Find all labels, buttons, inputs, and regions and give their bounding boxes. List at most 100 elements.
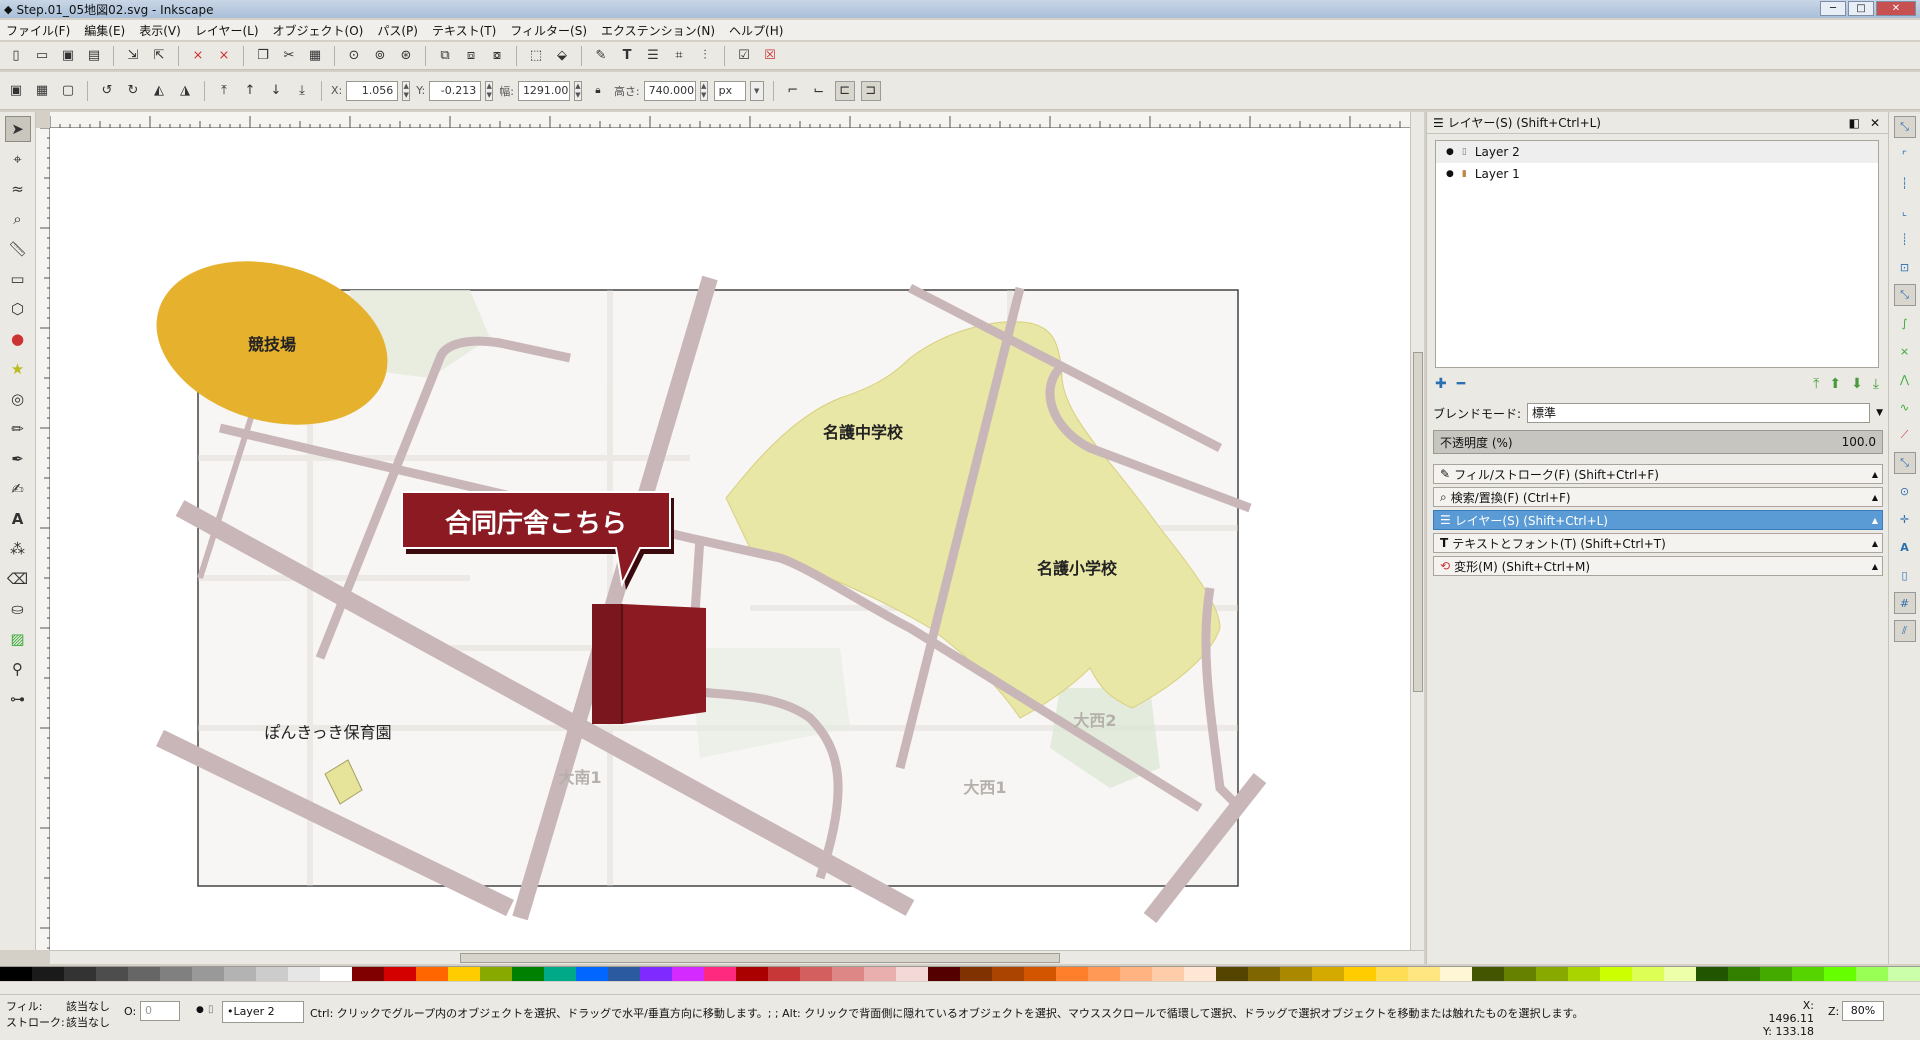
palette-swatch[interactable] [128,967,160,981]
snap-page-border-icon[interactable]: ▯ [1894,564,1916,586]
palette-swatch[interactable] [384,967,416,981]
snap-bbox-edge-icon[interactable]: ┆ [1894,172,1916,194]
zoom-selection-icon[interactable]: ⊙ [344,46,364,66]
panel-close-icon[interactable]: ✕ [1870,116,1880,130]
menu-extensions[interactable]: エクステンション(N) [601,22,715,39]
minimize-button[interactable]: ─ [1820,1,1846,16]
duplicate-icon[interactable]: ⧉ [435,46,455,66]
eye-icon[interactable]: ● [1446,169,1454,179]
palette-swatch[interactable] [1536,967,1568,981]
x-input[interactable]: 1.056 [346,80,399,101]
spray-tool-icon[interactable]: ⁂ [5,536,31,562]
y-spinner[interactable]: ▲ ▼ [485,80,494,101]
palette-swatch[interactable] [768,967,800,981]
palette-swatch[interactable] [1888,967,1920,981]
eye-icon[interactable]: ● [1446,147,1454,157]
unlink-clone-icon[interactable]: ⧇ [487,46,507,66]
snap-cusp-icon[interactable]: ⋀ [1894,368,1916,390]
palette-swatch[interactable] [1472,967,1504,981]
fill-stroke-icon[interactable]: ✎ [591,46,611,66]
menu-text[interactable]: テキスト(T) [432,22,496,39]
maximize-button[interactable]: □ [1848,1,1874,16]
snap-bbox-midpoint-icon[interactable]: ┊ [1894,228,1916,250]
pencil-tool-icon[interactable]: ✏ [5,416,31,442]
copy-icon[interactable]: ❐ [253,46,273,66]
palette-swatch[interactable] [992,967,1024,981]
palette-swatch[interactable] [1248,967,1280,981]
width-spinner[interactable]: ▲ ▼ [573,80,582,101]
raise-layer-icon[interactable]: ⬆ [1829,376,1841,392]
snap-guide-icon[interactable]: ⫽ [1893,620,1916,642]
palette-swatch[interactable] [736,967,768,981]
select-all-icon[interactable]: ▣ [6,81,26,101]
palette-swatch[interactable] [1824,967,1856,981]
palette-swatch[interactable] [1312,967,1344,981]
palette-swatch[interactable] [576,967,608,981]
selector-tool-icon[interactable]: ➤ [4,116,31,142]
palette-swatch[interactable] [192,967,224,981]
snap-intersection-icon[interactable]: ⨯ [1894,340,1916,362]
raise-layer-top-icon[interactable]: ⤒ [1813,376,1819,392]
palette-swatch[interactable] [1024,967,1056,981]
snap-nodes-icon[interactable]: ⤡ [1893,284,1916,306]
horizontal-scrollbar[interactable] [50,950,1424,964]
snap-grid-icon[interactable]: # [1893,592,1916,614]
snap-midpoint-icon[interactable]: ⟋ [1894,424,1916,446]
menu-help[interactable]: ヘルプ(H) [729,22,783,39]
gradient-tool-icon[interactable]: ▨ [5,626,31,652]
dialog-fill-stroke[interactable]: ✎ フィル/ストローク(F) (Shift+Ctrl+F) ▲ [1433,464,1883,484]
open-icon[interactable]: ▭ [32,46,52,66]
3d-box-tool-icon[interactable]: ⬡ [5,296,31,322]
document-properties-icon[interactable]: ☑ [734,46,754,66]
palette-swatch[interactable] [352,967,384,981]
palette-swatch[interactable] [928,967,960,981]
menu-view[interactable]: 表示(V) [139,22,181,39]
snap-others-icon[interactable]: ⤡ [1893,452,1916,474]
palette-swatch[interactable] [96,967,128,981]
align-distribute-icon[interactable]: ⫶ [695,46,715,66]
flip-horizontal-icon[interactable]: ◭ [149,81,169,101]
palette-swatch[interactable] [1792,967,1824,981]
connector-tool-icon[interactable]: ⊶ [5,686,31,712]
palette-swatch[interactable] [256,967,288,981]
rotate-ccw-icon[interactable]: ↺ [97,81,117,101]
government-building[interactable] [592,604,706,724]
palette-swatch[interactable] [1216,967,1248,981]
close-button[interactable]: ✕ [1876,1,1916,16]
palette-swatch[interactable] [640,967,672,981]
scroll-thumb[interactable] [460,953,1060,963]
text-font-icon[interactable]: T [617,46,637,66]
palette-swatch[interactable] [1184,967,1216,981]
spiral-tool-icon[interactable]: ◎ [5,386,31,412]
snap-smooth-icon[interactable]: ∿ [1894,396,1916,418]
new-document-icon[interactable]: ▯ [6,46,26,66]
dialog-find-replace[interactable]: ⌕ 検索/置換(F) (Ctrl+F) ▲ [1433,487,1883,507]
rectangle-tool-icon[interactable]: ▭ [5,266,31,292]
rotate-cw-icon[interactable]: ↻ [123,81,143,101]
group-icon[interactable]: ⬚ [526,46,546,66]
measure-tool-icon[interactable]: 📏︎ [5,236,31,262]
palette-swatch[interactable] [960,967,992,981]
menu-path[interactable]: パス(P) [377,22,418,39]
palette-swatch[interactable] [64,967,96,981]
palette-swatch[interactable] [320,967,352,981]
current-layer-select[interactable]: •Layer 2 [222,1001,304,1023]
palette-swatch[interactable] [1632,967,1664,981]
undo-icon[interactable]: ⨯ [188,46,208,66]
palette-swatch[interactable] [480,967,512,981]
zoom-tool-icon[interactable]: ⌕ [5,206,31,232]
palette-swatch[interactable] [1088,967,1120,981]
menu-layer[interactable]: レイヤー(L) [195,22,259,39]
eraser-tool-icon[interactable]: ⌫ [5,566,31,592]
lower-to-bottom-icon[interactable]: ⤓ [292,81,312,101]
palette-swatch[interactable] [704,967,736,981]
move-gradients-icon[interactable]: ⊏ [834,80,855,101]
snap-bbox-corner-icon[interactable]: ⌞ [1894,200,1916,222]
blend-mode-select[interactable]: 標準 [1527,403,1871,423]
dialog-transform[interactable]: ⟲ 変形(M) (Shift+Ctrl+M) ▲ [1433,556,1883,576]
add-layer-icon[interactable]: ✚ [1435,376,1447,392]
text-tool-icon[interactable]: A [5,506,31,532]
node-tool-icon[interactable]: ⌖ [5,146,31,172]
drawing-canvas[interactable]: 競技場 名護中学校 名護小学校 ぽんきっき保育園 大南1 大西1 大西2 合同庁… [50,128,1410,950]
lock-ratio-icon[interactable]: 🔒︎ [588,81,608,101]
